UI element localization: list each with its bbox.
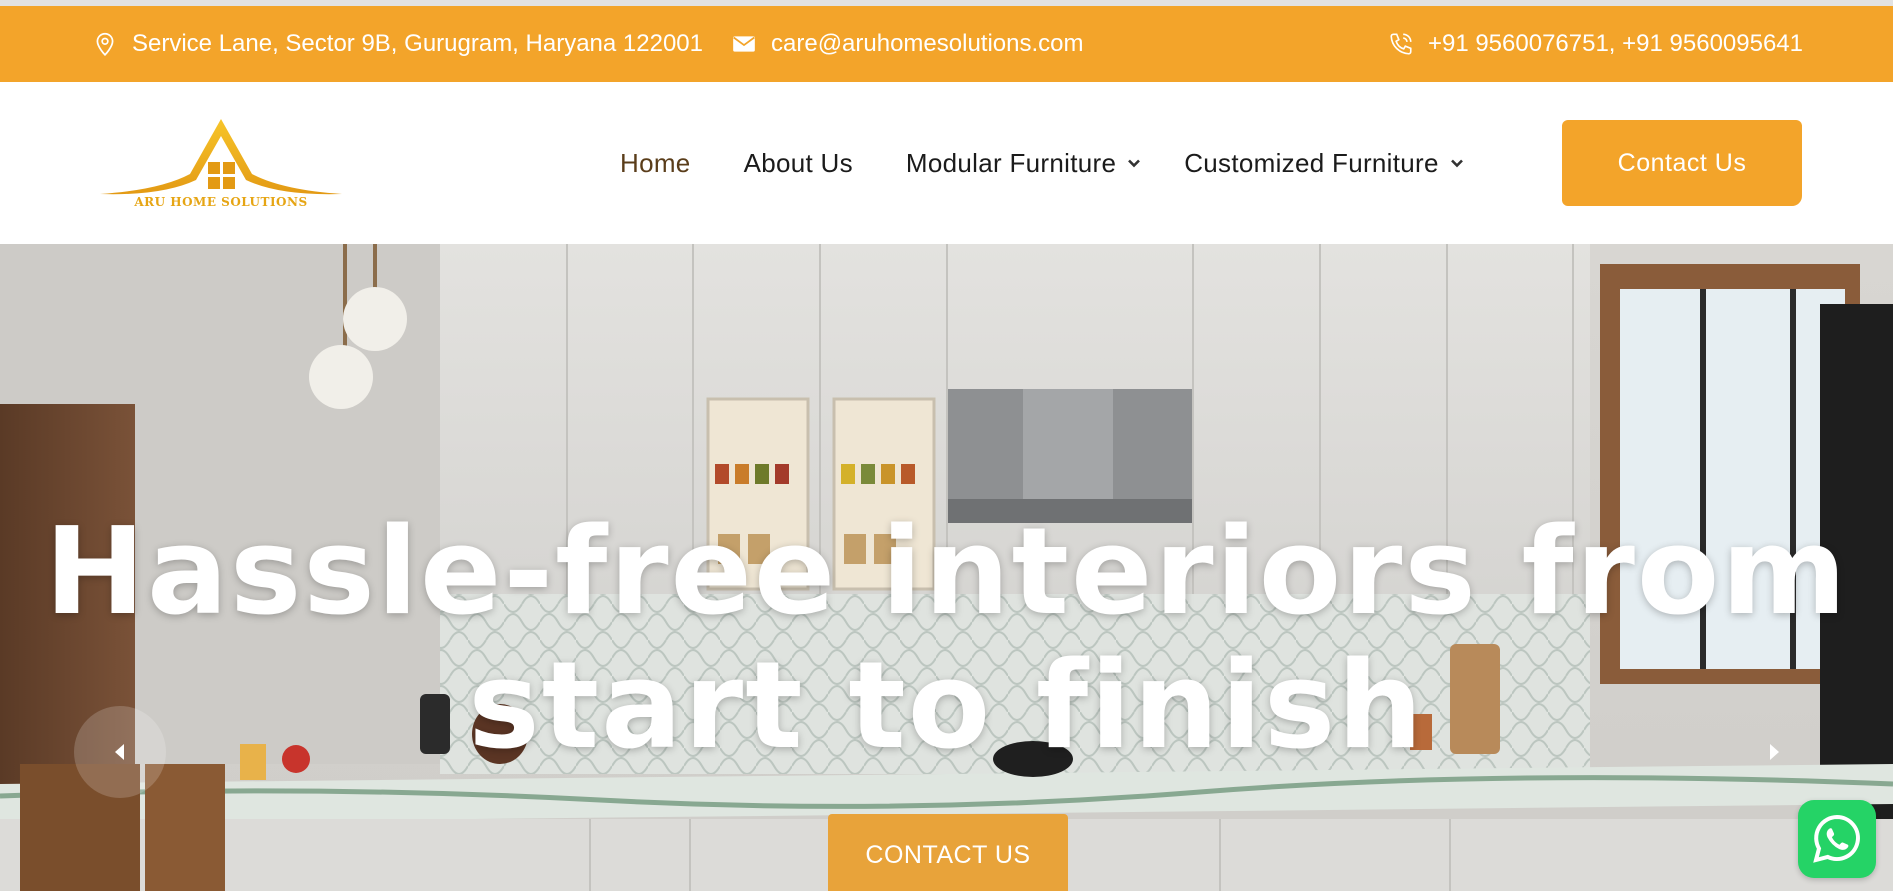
nav-customized-furniture[interactable]: Customized Furniture	[1184, 148, 1465, 179]
address-text: Service Lane, Sector 9B, Gurugram, Harya…	[132, 30, 703, 57]
whatsapp-button[interactable]	[1798, 800, 1876, 878]
whatsapp-icon	[1813, 814, 1860, 863]
map-pin-icon	[96, 32, 114, 57]
page: Service Lane, Sector 9B, Gurugram, Harya…	[0, 0, 1893, 891]
slider-prev-button[interactable]	[74, 706, 166, 798]
hero-slider: Hassle-free interiors from start to fini…	[0, 244, 1893, 891]
chevron-left-icon	[115, 744, 124, 760]
nav-about-us[interactable]: About Us	[744, 148, 853, 179]
top-info-bar: Service Lane, Sector 9B, Gurugram, Harya…	[0, 0, 1893, 82]
site-header: ARU HOME SOLUTIONS Home About Us Modular…	[0, 82, 1893, 244]
chevron-down-icon	[1128, 159, 1141, 168]
phone-icon	[1390, 33, 1412, 55]
nav-home[interactable]: Home	[620, 148, 691, 179]
chevron-down-icon	[1450, 159, 1463, 168]
hero-contact-us-button[interactable]: CONTACT US	[828, 814, 1068, 891]
email-link[interactable]: care@aruhomesolutions.com	[771, 30, 1084, 58]
hero-title-line-1: Hassle-free interiors from	[44, 503, 1849, 642]
hero-title: Hassle-free interiors from start to fini…	[0, 506, 1893, 774]
slider-next-button[interactable]	[1728, 706, 1820, 798]
email-info[interactable]: care@aruhomesolutions.com	[731, 6, 1084, 82]
hero-title-line-2: start to finish	[468, 637, 1425, 776]
main-nav: Home About Us Modular Furniture Customiz…	[620, 82, 1465, 244]
phone-numbers[interactable]: +91 9560076751, +91 9560095641	[1428, 30, 1803, 58]
logo[interactable]: ARU HOME SOLUTIONS	[100, 116, 342, 222]
phone-info[interactable]: +91 9560076751, +91 9560095641	[1388, 6, 1803, 82]
nav-modular-furniture[interactable]: Modular Furniture	[906, 148, 1142, 179]
logo-text: ARU HOME SOLUTIONS	[134, 195, 308, 209]
chevron-right-icon	[1770, 744, 1779, 760]
contact-us-button[interactable]: Contact Us	[1562, 120, 1802, 206]
nav-home-label: Home	[620, 147, 691, 178]
envelope-icon	[733, 36, 755, 52]
nav-modular-label: Modular Furniture	[905, 147, 1117, 178]
address-info: Service Lane, Sector 9B, Gurugram, Harya…	[92, 6, 703, 82]
nav-customized-label: Customized Furniture	[1184, 147, 1439, 178]
nav-about-label: About Us	[743, 147, 853, 178]
